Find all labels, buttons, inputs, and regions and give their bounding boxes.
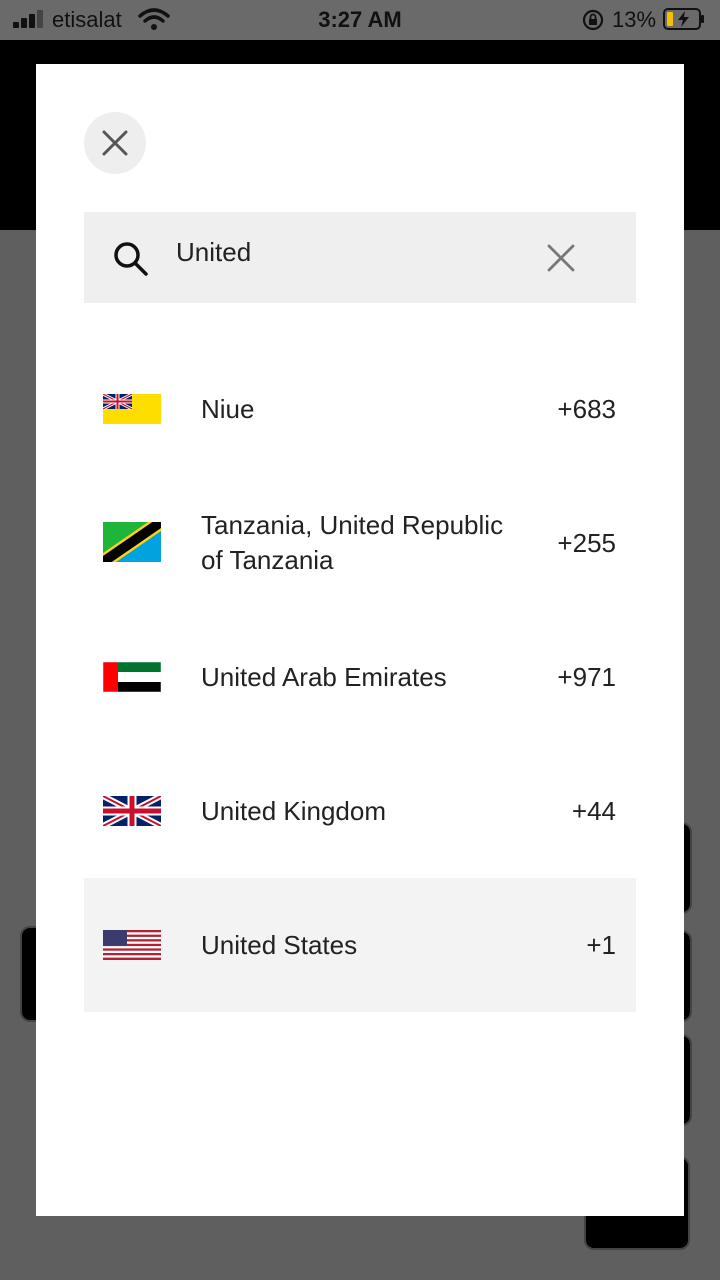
dial-code: +971 bbox=[557, 661, 616, 692]
search-icon bbox=[114, 242, 148, 276]
close-icon bbox=[102, 130, 128, 156]
dial-code: +44 bbox=[571, 795, 616, 826]
dial-code: +1 bbox=[586, 929, 616, 960]
country-name: United Arab Emirates bbox=[201, 661, 447, 692]
list-item-selected[interactable]: United States +1 bbox=[84, 878, 636, 1012]
tanzania-flag-icon bbox=[103, 522, 161, 562]
battery-percent: 13% bbox=[612, 7, 657, 32]
country-picker-modal: Niue +683 Tanzania, United Republic of T… bbox=[36, 64, 684, 1216]
uae-flag-icon bbox=[103, 662, 161, 692]
country-name: United States bbox=[201, 929, 358, 960]
search-input[interactable] bbox=[176, 232, 516, 272]
search-bar bbox=[84, 212, 636, 303]
close-button[interactable] bbox=[84, 112, 146, 174]
clear-search-icon[interactable] bbox=[546, 243, 576, 273]
dial-code: +255 bbox=[557, 527, 616, 558]
country-list: Niue +683 Tanzania, United Republic of T… bbox=[84, 342, 636, 1012]
status-bar: etisalat 3:27 AM 13% bbox=[0, 0, 720, 40]
uk-flag-icon bbox=[103, 796, 161, 826]
list-item[interactable]: Tanzania, United Republic of Tanzania +2… bbox=[84, 476, 636, 610]
battery-charging-icon bbox=[663, 8, 704, 30]
dial-code: +683 bbox=[557, 393, 616, 424]
country-name: United Kingdom bbox=[201, 795, 386, 826]
list-item[interactable]: Niue +683 bbox=[84, 342, 636, 476]
rotation-lock-icon bbox=[582, 9, 604, 31]
us-flag-icon bbox=[103, 930, 161, 960]
country-name: Tanzania, United Republic of Tanzania bbox=[201, 510, 504, 575]
country-name: Niue bbox=[201, 393, 255, 424]
list-item[interactable]: United Kingdom +44 bbox=[84, 744, 636, 878]
niue-flag-icon bbox=[103, 394, 161, 424]
list-item[interactable]: United Arab Emirates +971 bbox=[84, 610, 636, 744]
